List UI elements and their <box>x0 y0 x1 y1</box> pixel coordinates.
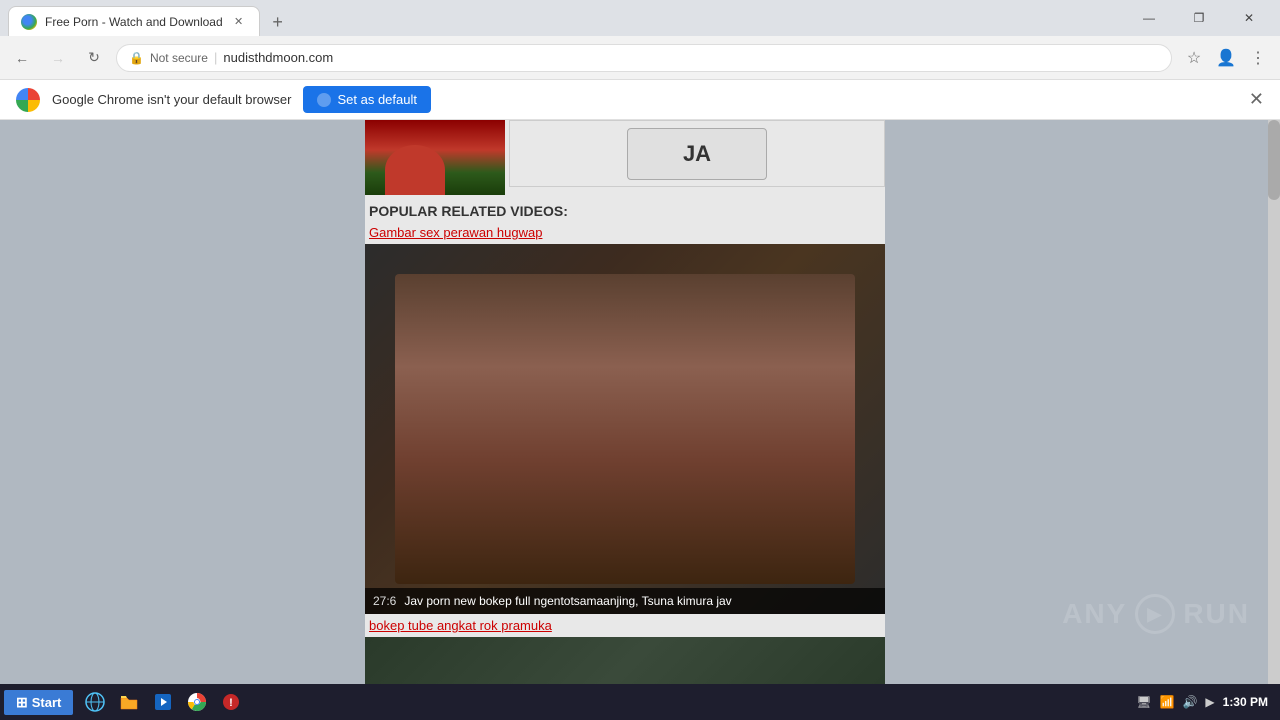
security-icon: 🔒 <box>129 51 144 65</box>
right-spacer <box>885 120 1280 684</box>
related-title: POPULAR RELATED VIDEOS: <box>365 199 885 225</box>
minimize-button[interactable]: — <box>1126 4 1172 32</box>
url-text: nudisthdmoon.com <box>223 50 333 65</box>
scrollbar-thumb[interactable] <box>1268 120 1280 200</box>
ja-button[interactable]: JA <box>627 128 767 180</box>
tray-monitor-icon: 🖥 <box>1136 695 1151 709</box>
refresh-button[interactable]: ↻ <box>80 44 108 72</box>
start-button[interactable]: ⊞ Start <box>4 690 73 715</box>
new-tab-button[interactable]: + <box>264 8 292 36</box>
ja-section: JA <box>509 120 885 187</box>
close-button[interactable]: ✕ <box>1226 4 1272 32</box>
back-button[interactable]: ← <box>8 44 36 72</box>
taskbar-explorer-icon[interactable] <box>79 687 111 717</box>
system-clock: 1:30 PM <box>1223 695 1268 709</box>
active-tab[interactable]: Free Porn - Watch and Download ✕ <box>8 6 260 36</box>
video1-caption: Jav porn new bokep full ngentotsamaanjin… <box>404 594 731 608</box>
video1-duration: 27:6 <box>373 594 396 608</box>
tray-network-icon: 📶 <box>1160 695 1175 709</box>
url-bar[interactable]: 🔒 Not secure | nudisthdmoon.com <box>116 44 1172 72</box>
taskbar-media-icon[interactable] <box>147 687 179 717</box>
toolbar-icons: ☆ 👤 ⋮ <box>1180 44 1272 72</box>
notification-close-button[interactable]: ✕ <box>1249 89 1264 110</box>
preview-image <box>365 120 505 195</box>
bookmark-icon[interactable]: ☆ <box>1180 44 1208 72</box>
video2-link[interactable]: bokep tube angkat rok pramuka <box>365 614 885 637</box>
url-divider: | <box>214 50 217 65</box>
related-section: POPULAR RELATED VIDEOS: Gambar sex peraw… <box>365 195 885 684</box>
system-tray: 🖥 📶 🔊 ▶ 1:30 PM <box>1128 695 1276 709</box>
maximize-button[interactable]: ❐ <box>1176 4 1222 32</box>
top-section: JA <box>365 120 885 195</box>
tab-favicon <box>21 14 37 30</box>
video1-scene <box>365 244 885 614</box>
center-content: JA POPULAR RELATED VIDEOS: Gambar sex pe… <box>365 120 885 684</box>
taskbar-items: ! <box>79 687 247 717</box>
notification-message: Google Chrome isn't your default browser <box>52 92 291 107</box>
address-bar: ← → ↻ 🔒 Not secure | nudisthdmoon.com ☆ … <box>0 36 1280 80</box>
tab-title: Free Porn - Watch and Download <box>45 15 223 29</box>
video1-thumbnail[interactable]: 27:6 Jav porn new bokep full ngentotsama… <box>365 244 885 614</box>
notification-bar: Google Chrome isn't your default browser… <box>0 80 1280 120</box>
taskbar-security-icon[interactable]: ! <box>215 687 247 717</box>
shield-icon <box>317 93 331 107</box>
main-area: JA POPULAR RELATED VIDEOS: Gambar sex pe… <box>0 120 1280 684</box>
chrome-logo <box>16 88 40 112</box>
windows-icon: ⊞ <box>16 694 28 711</box>
forward-button[interactable]: → <box>44 44 72 72</box>
taskbar-chrome-icon[interactable] <box>181 687 213 717</box>
tab-close-button[interactable]: ✕ <box>231 14 247 30</box>
window-controls: — ❐ ✕ <box>1126 4 1272 32</box>
tray-arrow-icon: ▶ <box>1205 695 1214 709</box>
not-secure-label: Not secure <box>150 51 208 65</box>
set-default-button[interactable]: Set as default <box>303 86 431 113</box>
scrollbar[interactable] <box>1268 120 1280 684</box>
video1-overlay: 27:6 Jav porn new bokep full ngentotsama… <box>365 588 885 614</box>
taskbar-folder-icon[interactable] <box>113 687 145 717</box>
page-content: JA POPULAR RELATED VIDEOS: Gambar sex pe… <box>0 120 1280 684</box>
taskbar: ⊞ Start <box>0 684 1280 720</box>
left-spacer <box>0 120 365 684</box>
video2-thumbnail[interactable] <box>365 637 885 684</box>
video1-link[interactable]: Gambar sex perawan hugwap <box>365 225 885 244</box>
profile-icon[interactable]: 👤 <box>1212 44 1240 72</box>
menu-icon[interactable]: ⋮ <box>1244 44 1272 72</box>
title-bar: Free Porn - Watch and Download ✕ + — ❐ ✕ <box>0 0 1280 36</box>
svg-text:!: ! <box>230 697 234 709</box>
tab-bar: Free Porn - Watch and Download ✕ + <box>8 0 292 36</box>
clock-time: 1:30 PM <box>1223 695 1268 709</box>
tray-volume-icon: 🔊 <box>1182 695 1197 709</box>
browser-window: Free Porn - Watch and Download ✕ + — ❐ ✕… <box>0 0 1280 720</box>
